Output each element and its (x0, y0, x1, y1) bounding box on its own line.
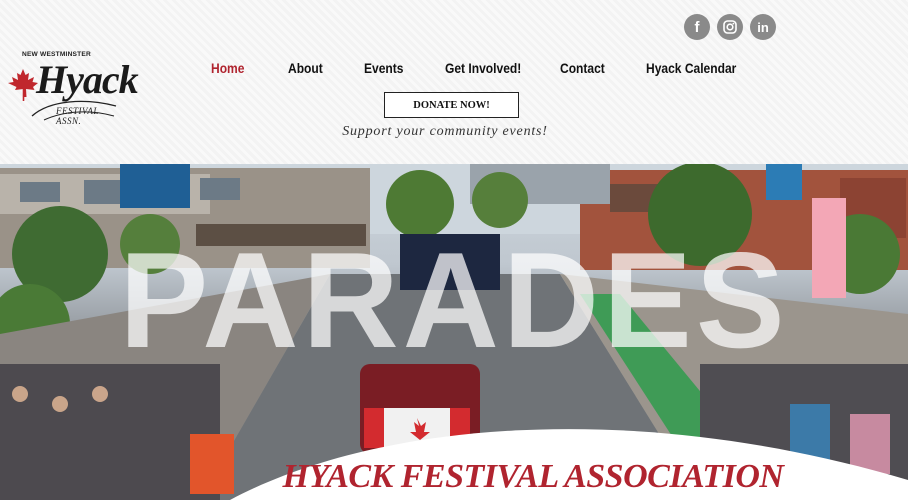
social-links: f in (684, 14, 776, 40)
nav-about[interactable]: About (288, 60, 323, 76)
linkedin-icon[interactable]: in (750, 14, 776, 40)
facebook-icon[interactable]: f (684, 14, 710, 40)
hero-banner: PARADES HYACK FESTIVAL ASSOCIATION (0, 164, 908, 500)
instagram-icon[interactable] (717, 14, 743, 40)
donate-now-button[interactable]: DONATE NOW! (384, 92, 519, 118)
main-nav: Home About Events Get Involved! Contact … (0, 60, 908, 80)
hero-title: HYACK FESTIVAL ASSOCIATION (282, 458, 784, 495)
nav-contact[interactable]: Contact (560, 60, 605, 76)
site-header: f in NEW WESTMINSTER Hyack FESTIVAL ASSN… (0, 0, 908, 164)
nav-home[interactable]: Home (211, 60, 244, 76)
linkedin-glyph: in (757, 19, 769, 35)
facebook-glyph: f (694, 18, 700, 36)
logo-sub-text: FESTIVAL ASSN. (56, 106, 99, 126)
nav-get-involved[interactable]: Get Involved! (445, 60, 521, 76)
tagline: Support your community events! (342, 124, 548, 139)
nav-events[interactable]: Events (364, 60, 403, 76)
hero-overlay-word: PARADES (119, 224, 789, 376)
nav-hyack-calendar[interactable]: Hyack Calendar (646, 60, 736, 76)
